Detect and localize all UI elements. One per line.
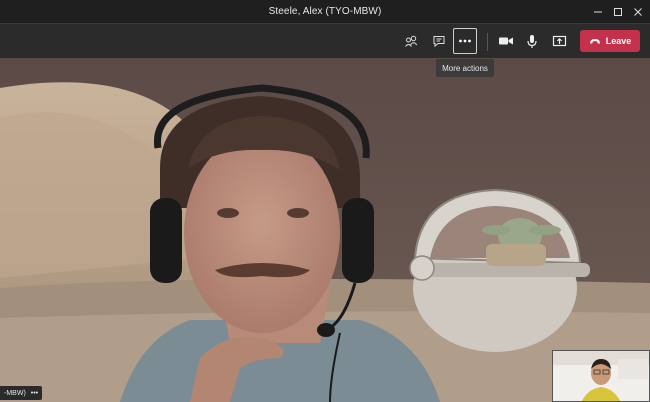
participant-more-options-icon[interactable]: •••	[31, 390, 38, 397]
more-actions-tooltip: More actions	[436, 59, 494, 77]
share-icon	[552, 35, 566, 46]
leave-button[interactable]: Leave	[580, 30, 640, 52]
participant-name-badge: -MBW) •••	[0, 386, 43, 400]
more-actions-icon	[459, 39, 471, 43]
minimize-icon[interactable]	[588, 0, 608, 23]
self-view-video	[552, 350, 650, 402]
meeting-toolbar: Leave	[0, 23, 650, 59]
participant-name-label: -MBW)	[4, 389, 26, 397]
leave-label: Leave	[605, 36, 632, 46]
participants-button[interactable]	[399, 28, 423, 54]
camera-button[interactable]	[494, 28, 518, 54]
participants-icon	[405, 35, 418, 47]
share-button[interactable]	[547, 28, 571, 54]
toolbar-divider	[487, 33, 488, 51]
microphone-button[interactable]	[520, 28, 544, 54]
chat-icon	[433, 36, 445, 48]
microphone-icon	[527, 34, 537, 48]
title-bar: Steele, Alex (TYO-MBW)	[0, 0, 650, 23]
maximize-icon[interactable]	[608, 0, 628, 23]
hang-up-icon	[589, 38, 600, 43]
close-icon[interactable]	[628, 0, 648, 23]
camera-icon	[499, 37, 513, 45]
window-title: Steele, Alex (TYO-MBW)	[268, 6, 382, 17]
chat-button[interactable]	[427, 28, 451, 54]
more-actions-button[interactable]	[453, 28, 477, 54]
